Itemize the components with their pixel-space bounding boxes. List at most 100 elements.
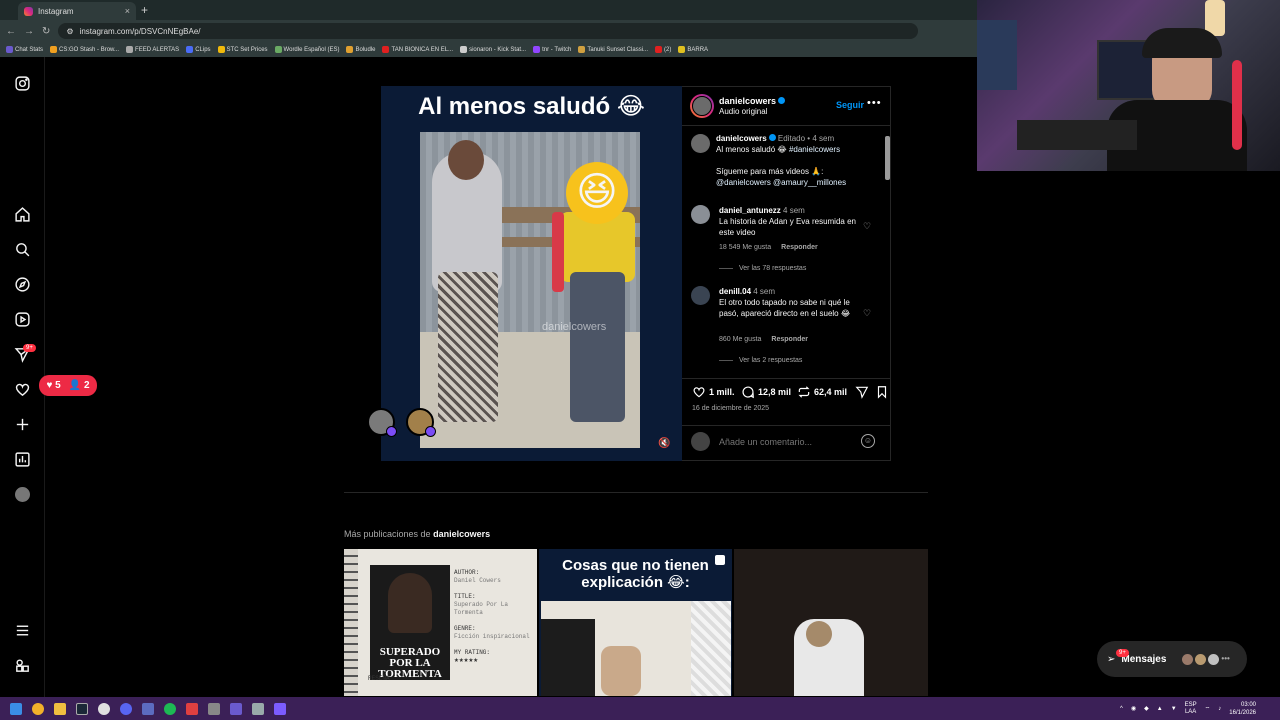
post-date[interactable]: 16 de diciembre de 2025: [692, 405, 769, 412]
comment-avatar[interactable]: [691, 286, 710, 305]
app-icon[interactable]: [230, 702, 242, 715]
forward-icon[interactable]: →: [24, 26, 34, 37]
profile-avatar[interactable]: [14, 486, 31, 503]
network-icon[interactable]: ⌔: [1205, 705, 1211, 713]
instagram-logo-icon[interactable]: [14, 75, 31, 92]
bookmark-item[interactable]: Boludle: [346, 46, 375, 53]
app-icon[interactable]: [274, 702, 286, 715]
tray-app-icon[interactable]: ▼: [1171, 706, 1177, 712]
bookmarks-bar: Chat Stats CS:GO Stash - Brow... FEED ALER…: [0, 42, 977, 57]
notifications-icon[interactable]: [14, 381, 31, 398]
follow-button[interactable]: Seguir: [836, 100, 864, 110]
search-icon[interactable]: [14, 241, 31, 258]
file-explorer-icon[interactable]: [54, 702, 66, 715]
new-tab-button[interactable]: +: [141, 3, 148, 17]
emoji-icon[interactable]: ☺: [861, 434, 875, 448]
view-replies[interactable]: Ver las 78 respuestas: [719, 265, 806, 272]
chrome-icon[interactable]: [32, 702, 44, 715]
dashboard-icon[interactable]: [14, 451, 31, 468]
tray-app-icon[interactable]: ◆: [1144, 705, 1149, 712]
comment-username[interactable]: daniel_antunezz: [719, 206, 781, 215]
comment-likes[interactable]: 18 549 Me gusta: [719, 244, 771, 251]
comment-avatar[interactable]: [691, 205, 710, 224]
comment-username[interactable]: denill.04: [719, 287, 751, 296]
tray-app-icon[interactable]: ▲: [1157, 706, 1163, 712]
reply-button[interactable]: Responder: [781, 244, 818, 251]
bookmark-item[interactable]: sionaron - Kick Stat...: [460, 46, 526, 53]
tray-app-icon[interactable]: ◉: [1131, 705, 1136, 712]
discord-icon[interactable]: [120, 702, 132, 715]
author-username[interactable]: danielcowers: [719, 96, 786, 106]
like-button[interactable]: 1 mill.: [692, 385, 735, 399]
address-bar[interactable]: ⚙ instagram.com/p/DSVCnNEgBAe/: [58, 23, 919, 39]
messages-badge: 9+: [1116, 649, 1129, 657]
windows-start-icon[interactable]: [10, 702, 22, 715]
save-button[interactable]: [875, 385, 889, 399]
mute-icon[interactable]: 🔇: [658, 438, 672, 452]
bookmark-item[interactable]: Chat Stats: [6, 46, 43, 53]
messages-pill[interactable]: ➢ Mensajes •••: [1097, 641, 1247, 677]
explore-icon[interactable]: [14, 276, 31, 293]
comment-likes[interactable]: 860 Me gusta: [719, 336, 761, 343]
caption-hashtag[interactable]: #danielcowers: [789, 145, 840, 154]
comments-scrollbar[interactable]: [885, 136, 890, 180]
comment-button[interactable]: 12,8 mil: [741, 385, 791, 399]
chrome-active-icon[interactable]: [98, 702, 110, 715]
home-icon[interactable]: [14, 206, 31, 223]
tab-close-icon[interactable]: ×: [125, 6, 130, 16]
more-post-thumbnail[interactable]: Cosas que no tienen explicación 😂:: [539, 549, 732, 696]
reply-button[interactable]: Responder: [771, 336, 808, 343]
video-frame[interactable]: 😆: [420, 132, 640, 448]
steam-icon[interactable]: [76, 702, 88, 715]
bookmark-item[interactable]: Wordle Español (ES): [274, 46, 339, 53]
bookmark-item[interactable]: FEED ALERTAS: [126, 46, 179, 53]
app-icon[interactable]: [208, 702, 220, 715]
more-options-icon[interactable]: •••: [867, 97, 882, 109]
spotify-icon[interactable]: [164, 702, 176, 715]
notification-pill[interactable]: ♥ 5 👤 2: [39, 375, 97, 396]
add-comment-input[interactable]: [719, 436, 849, 448]
browser-toolbar: ← → ↻ ⚙ instagram.com/p/DSVCnNEgBAe/: [0, 20, 977, 42]
repost-button[interactable]: 62,4 mil: [797, 385, 847, 399]
more-post-thumbnail[interactable]: SUPERADO POR LA TORMENTA AUTHOR: Daniel …: [344, 549, 537, 696]
also-from-meta-icon[interactable]: [14, 657, 31, 674]
bookmark-item[interactable]: (2): [655, 46, 671, 53]
bookmark-item[interactable]: BARRA: [678, 46, 708, 53]
reload-icon[interactable]: ↻: [42, 26, 50, 37]
create-icon[interactable]: [14, 416, 31, 433]
app-icon[interactable]: [186, 702, 198, 715]
more-post-thumbnail[interactable]: [734, 549, 928, 696]
media-overlay-title: Al menos saludó 😂: [418, 93, 645, 120]
reels-icon[interactable]: [14, 311, 31, 328]
author-avatar[interactable]: [690, 94, 714, 118]
verified-icon: [768, 134, 776, 141]
bookmark-item[interactable]: tnr - Twitch: [533, 46, 571, 53]
caption-mentions[interactable]: @danielcowers @amaury__millones: [716, 178, 846, 187]
bookmark-item[interactable]: CS:GO Stash - Brow...: [50, 46, 119, 53]
app-icon[interactable]: [142, 702, 154, 715]
view-replies[interactable]: Ver las 2 respuestas: [719, 357, 802, 364]
bookmark-item[interactable]: STC Set Prices: [217, 46, 268, 53]
bookmark-item[interactable]: CLips: [186, 46, 211, 53]
comment-like-icon[interactable]: ♡: [863, 221, 871, 232]
tray-chevron-icon[interactable]: ^: [1120, 706, 1123, 712]
language-indicator[interactable]: ESP LAA: [1185, 702, 1197, 716]
menu-icon[interactable]: [14, 622, 31, 639]
app-icon[interactable]: [252, 702, 264, 715]
browser-tab[interactable]: Instagram ×: [18, 2, 136, 20]
caption-avatar[interactable]: [691, 134, 710, 153]
repost-count: 62,4 mil: [814, 387, 848, 397]
site-info-icon[interactable]: ⚙: [66, 27, 73, 36]
comment-text: La historia de Adan y Eva resumida en es…: [719, 217, 856, 237]
caption-username[interactable]: danielcowers: [716, 134, 767, 143]
bookmark-label: Tanuki Sunset Classi...: [587, 46, 649, 53]
comment-like-icon[interactable]: ♡: [863, 308, 871, 319]
clock[interactable]: 03:00 16/1/2026: [1229, 701, 1256, 717]
audio-label[interactable]: Audio original: [719, 107, 767, 116]
share-button[interactable]: [855, 385, 869, 399]
volume-icon[interactable]: ♪: [1218, 706, 1221, 712]
bookmark-item[interactable]: TAN BIONICA EN EL...: [382, 46, 453, 53]
more-posts-username[interactable]: danielcowers: [433, 529, 490, 539]
bookmark-item[interactable]: Tanuki Sunset Classi...: [578, 46, 648, 53]
back-icon[interactable]: ←: [6, 26, 16, 37]
